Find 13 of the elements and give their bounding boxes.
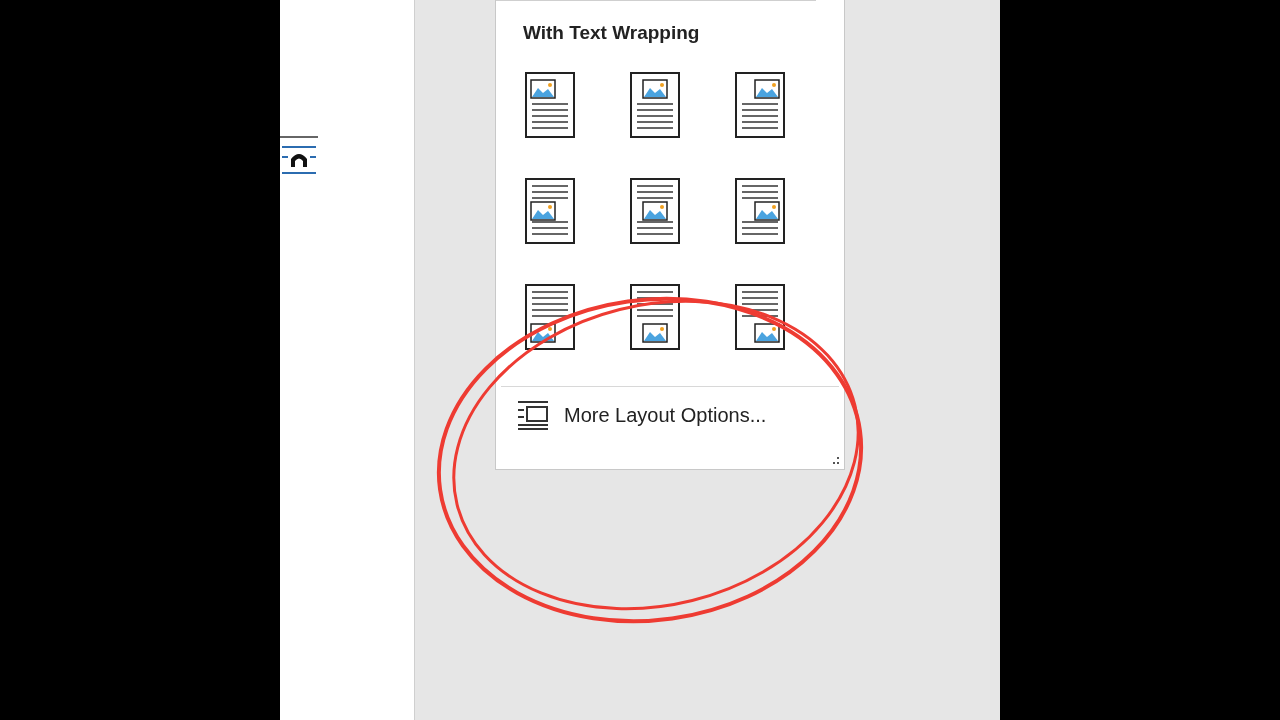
menu-heading: With Text Wrapping xyxy=(523,21,701,45)
more-layout-options-item[interactable]: More Layout Options... xyxy=(518,396,844,433)
wrap-position-icon[interactable] xyxy=(630,283,680,350)
resize-grip-icon xyxy=(832,457,840,465)
wrap-position-icon[interactable] xyxy=(735,283,785,350)
wrap-position-icon[interactable] xyxy=(735,177,785,244)
wrap-position-icon[interactable] xyxy=(630,71,680,138)
wrap-position-icon[interactable] xyxy=(630,177,680,244)
layout-options-icon xyxy=(518,399,548,430)
wrap-position-icon[interactable] xyxy=(525,177,575,244)
wrap-text-icon xyxy=(280,135,318,177)
wrap-position-icon[interactable] xyxy=(525,71,575,138)
wrap-position-icon[interactable] xyxy=(735,71,785,138)
